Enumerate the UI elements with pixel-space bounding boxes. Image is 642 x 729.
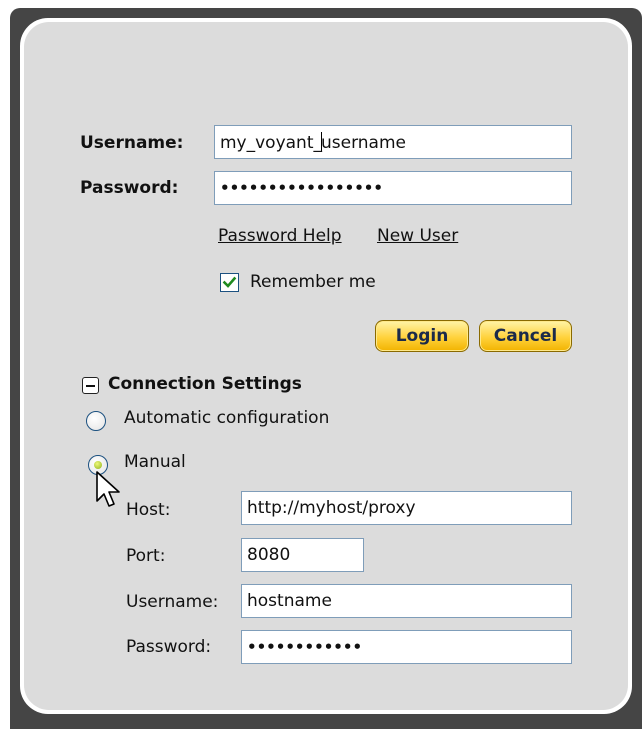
proxy-username-input[interactable]: hostname [241,584,572,618]
manual-config-label: Manual [124,452,186,472]
checkmark-icon [222,276,237,288]
remember-me-checkbox[interactable] [220,273,239,292]
password-input[interactable]: ••••••••••••••••• [214,171,572,205]
host-label: Host: [126,500,171,520]
proxy-password-label: Password: [126,637,212,657]
cancel-button[interactable]: Cancel [479,320,572,352]
automatic-config-radio[interactable] [86,411,106,431]
login-button[interactable]: Login [375,320,469,352]
port-input[interactable]: 8080 [241,538,364,572]
collapse-icon[interactable] [82,377,99,394]
username-value: my_voyant_ [220,133,322,153]
new-user-link[interactable]: New User [377,226,458,246]
port-label: Port: [126,546,166,566]
password-help-link[interactable]: Password Help [218,226,342,246]
remember-me-label: Remember me [250,272,376,292]
proxy-password-input[interactable]: •••••••••••• [241,630,572,664]
password-label: Password: [80,178,179,198]
connection-settings-title: Connection Settings [108,374,302,394]
username-input[interactable]: my_voyant_username [214,125,572,159]
automatic-config-label: Automatic configuration [124,408,330,428]
proxy-username-label: Username: [126,592,219,612]
mouse-pointer-icon [96,471,120,507]
host-input[interactable]: http://myhost/proxy [241,491,572,525]
username-value-tail: username [321,133,406,153]
username-label: Username: [80,133,184,153]
